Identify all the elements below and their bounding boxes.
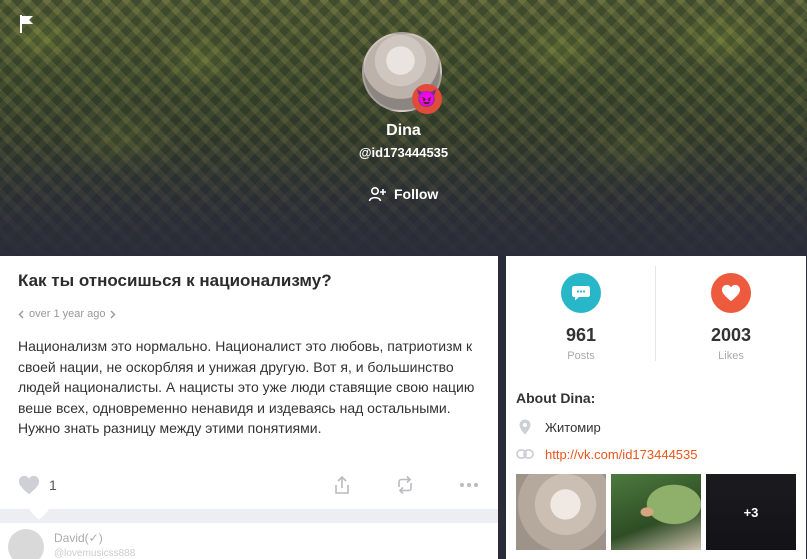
link-row[interactable]: http://vk.com/id173444535: [516, 445, 698, 463]
follow-button[interactable]: Follow: [368, 186, 438, 202]
likes-count: 2003: [710, 325, 752, 345]
devil-face-icon: 😈: [412, 84, 442, 114]
location-row: Житомир: [516, 418, 601, 436]
post-timestamp[interactable]: over 1 year ago: [18, 308, 116, 320]
chevron-left-icon: [18, 310, 24, 318]
about-title: About Dina:: [516, 390, 596, 406]
photo-thumbnail[interactable]: [611, 474, 701, 550]
heart-icon[interactable]: [18, 474, 40, 496]
follow-label: Follow: [394, 186, 439, 202]
post-body: Национализм это нормально. Националист э…: [18, 338, 475, 436]
photo-thumbnail-more[interactable]: +3: [706, 474, 796, 550]
message-icon: [561, 273, 601, 313]
post-card: Как ты относишься к национализму? over 1…: [0, 256, 498, 511]
comment-avatar[interactable]: [8, 529, 44, 559]
photo-thumbnail[interactable]: [516, 474, 606, 550]
post-title[interactable]: Как ты относишься к национализму?: [18, 271, 332, 291]
posts-label: Posts: [567, 350, 595, 362]
profile-name: Dina: [386, 122, 421, 139]
location-icon: [516, 418, 534, 436]
profile-link[interactable]: http://vk.com/id173444535: [545, 447, 698, 462]
likes-label: Likes: [718, 350, 744, 362]
stat-posts[interactable]: 961 Posts: [506, 256, 656, 362]
comment-author[interactable]: David(✓): [54, 531, 103, 545]
chevron-right-icon: [110, 310, 116, 318]
share-icon[interactable]: [331, 474, 353, 496]
posts-count: 961: [565, 325, 597, 345]
link-icon: [516, 445, 534, 463]
photo-grid: +3: [516, 474, 802, 550]
post-separator: [0, 509, 498, 523]
profile-handle: @id173444535: [358, 145, 449, 160]
comment-handle: @lovemusicss888: [54, 548, 136, 559]
repost-icon[interactable]: [394, 474, 416, 496]
like-count: 1: [49, 477, 57, 493]
profile-sidebar: 961 Posts 2003 Likes About Dina: Житомир…: [506, 256, 806, 559]
add-user-icon: [368, 186, 386, 202]
post-time-text: over 1 year ago: [29, 308, 106, 320]
more-photos-count: +3: [706, 474, 796, 550]
flag-icon[interactable]: [18, 14, 36, 34]
more-icon[interactable]: [458, 474, 480, 496]
heart-icon: [711, 273, 751, 313]
comment-preview[interactable]: David(✓) @lovemusicss888: [0, 523, 498, 559]
stat-likes[interactable]: 2003 Likes: [656, 256, 806, 362]
post-actions: 1: [18, 474, 480, 496]
location-text: Житомир: [545, 419, 601, 435]
